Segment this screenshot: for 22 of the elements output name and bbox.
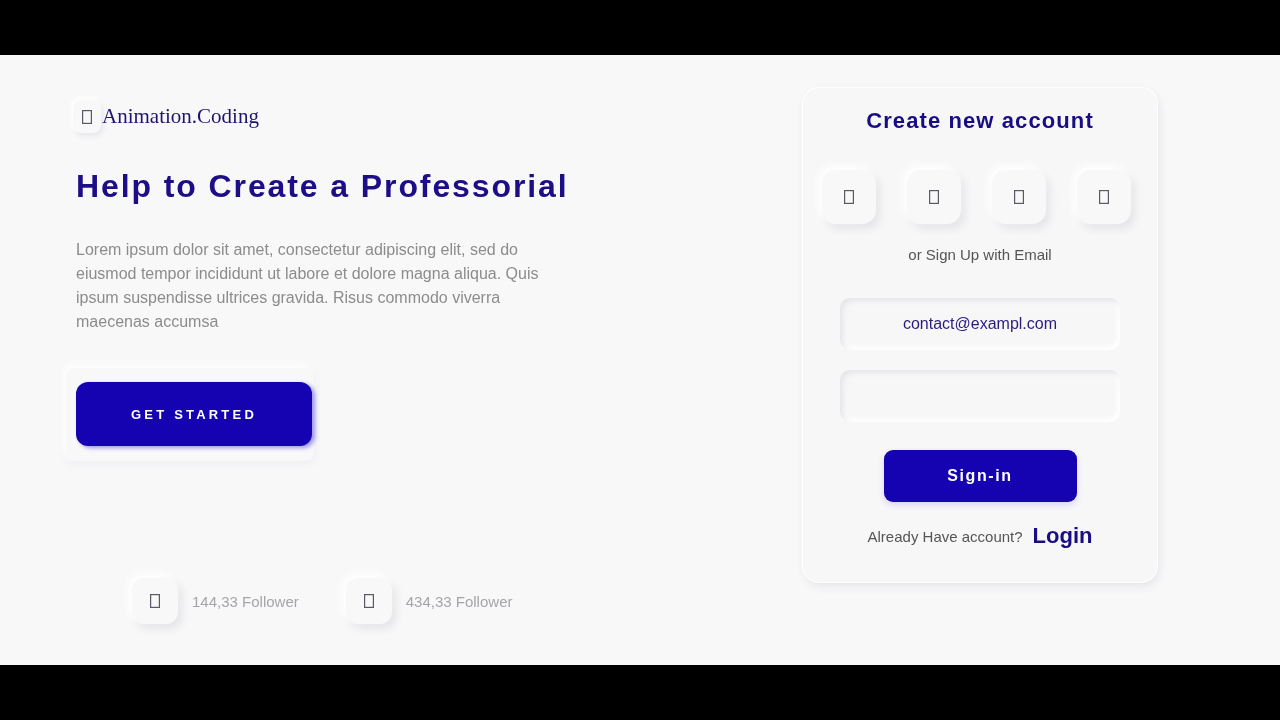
login-link[interactable]: Login xyxy=(1032,523,1093,549)
social-icon-button[interactable] xyxy=(345,578,392,624)
missing-glyph-icon xyxy=(1013,190,1024,204)
get-started-button[interactable]: GET STARTED xyxy=(76,382,312,446)
missing-glyph-icon xyxy=(82,109,92,124)
card-title: Create new account xyxy=(866,108,1094,134)
logo-text: Animation.Coding xyxy=(102,104,259,129)
follower-count: 434,33 Follower xyxy=(405,592,513,610)
login-prompt-text: Already Have account? xyxy=(867,527,1023,545)
missing-glyph-icon xyxy=(928,190,939,204)
social-icon-button[interactable] xyxy=(132,578,178,624)
missing-glyph-icon xyxy=(150,594,160,608)
sign-in-button[interactable]: Sign-in xyxy=(883,450,1077,502)
missing-glyph-icon xyxy=(843,190,854,204)
email-field[interactable]: contact@exampl.com xyxy=(840,298,1120,350)
hero-description: Lorem ipsum dolor sit amet, consectetur adipiscing elit, sed do eiusmod tempor incididunt ut labore et dolore magna aliqua. Quis ipsum suspendisse ultrices gravida. Risus commodo viverra maecenas accumsa xyxy=(76,240,540,332)
divider-text: or Sign Up with Email xyxy=(908,246,1052,264)
password-field[interactable] xyxy=(840,370,1120,422)
missing-glyph-icon xyxy=(363,594,374,608)
missing-glyph-icon xyxy=(1098,190,1109,204)
hero-title: Help to Create a Professorial xyxy=(76,168,569,205)
follower-count: 144,33 Follower xyxy=(192,592,299,610)
